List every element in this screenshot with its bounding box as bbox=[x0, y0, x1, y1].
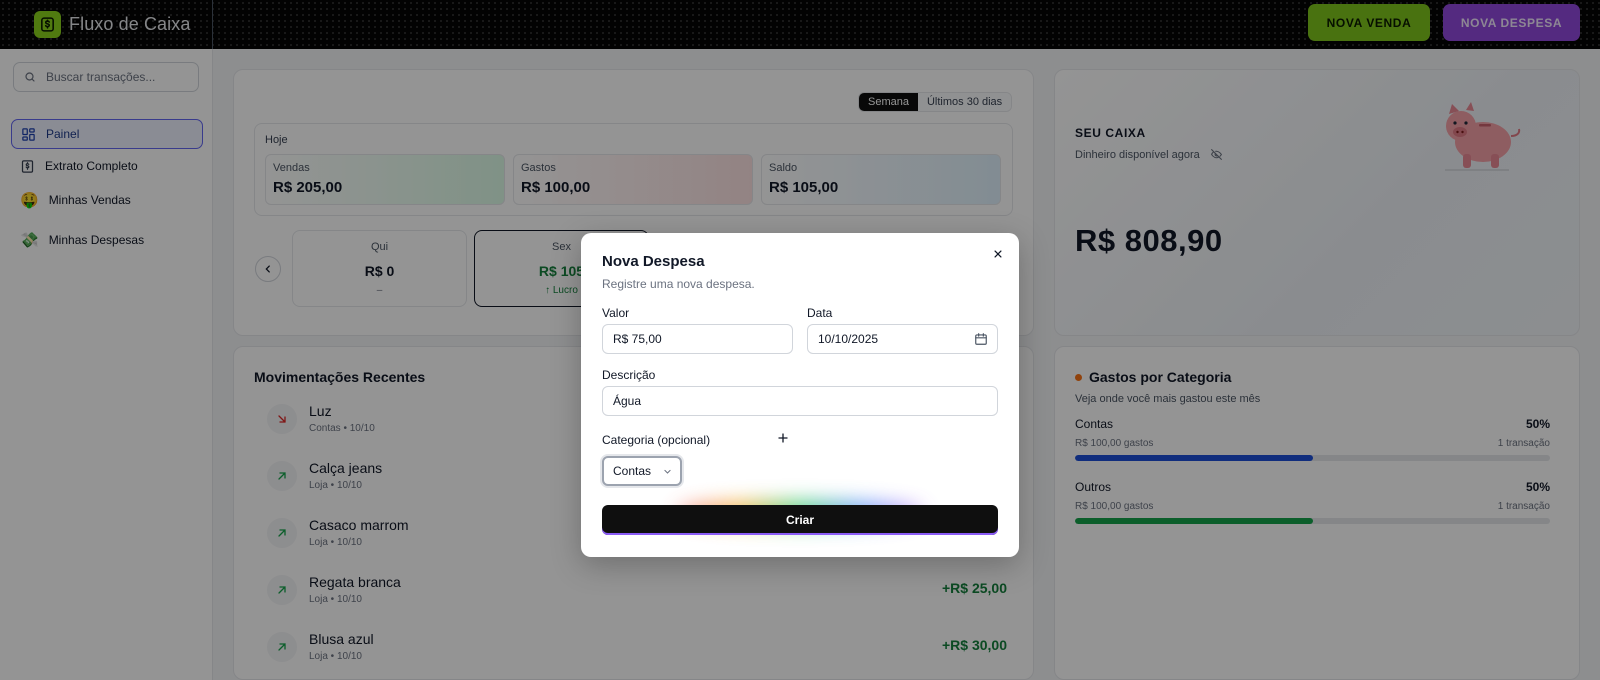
plus-icon[interactable] bbox=[777, 432, 789, 444]
criar-button[interactable]: Criar bbox=[602, 505, 998, 535]
chevron-down-icon bbox=[664, 469, 671, 474]
calendar-icon[interactable] bbox=[974, 332, 988, 346]
date-input[interactable] bbox=[807, 324, 998, 354]
close-icon[interactable] bbox=[991, 247, 1005, 261]
valor-label: Valor bbox=[602, 306, 630, 320]
descricao-label: Descrição bbox=[602, 368, 656, 382]
categoria-selected-value: Contas bbox=[613, 464, 652, 478]
dialog-subtitle: Registre uma nova despesa. bbox=[602, 277, 755, 291]
descricao-input[interactable] bbox=[602, 386, 998, 416]
nova-despesa-dialog: Nova Despesa Registre uma nova despesa. … bbox=[581, 233, 1019, 557]
data-label: Data bbox=[807, 306, 833, 320]
categoria-select[interactable]: Contas bbox=[602, 456, 682, 486]
categoria-label: Categoria (opcional) bbox=[602, 433, 711, 447]
valor-input[interactable] bbox=[602, 324, 793, 354]
dialog-title: Nova Despesa bbox=[602, 253, 705, 270]
